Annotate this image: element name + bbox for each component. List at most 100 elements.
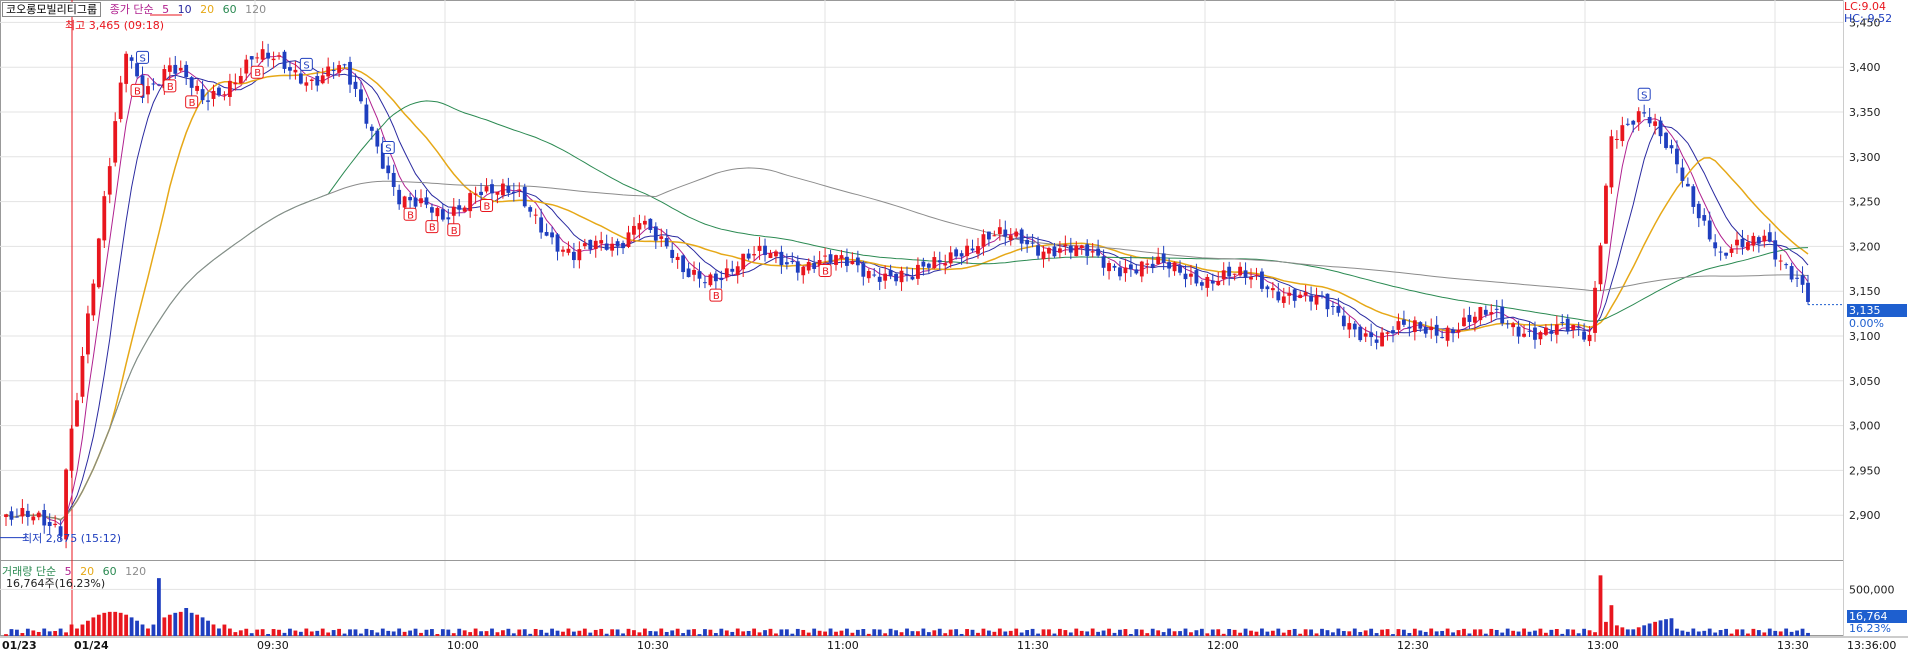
ma20-line <box>5 67 1809 521</box>
volume-bar <box>926 632 931 636</box>
candle-body <box>1560 322 1565 324</box>
candle-body <box>1784 264 1789 266</box>
volume-bar <box>571 631 576 636</box>
volume-bar <box>15 629 19 636</box>
stock-chart[interactable]: B BBBBB BBBBSSSS 3,4503,4003,3503,3003,250… <box>0 0 1908 655</box>
volume-bar <box>331 630 336 636</box>
volume-bar <box>490 628 494 636</box>
volume-bar <box>987 630 991 636</box>
candle-body <box>1107 263 1111 272</box>
volume-bar <box>566 628 571 636</box>
candle-body <box>910 277 915 280</box>
volume-bar <box>1057 628 1062 636</box>
candle-body <box>997 227 1002 235</box>
volume-bar <box>244 628 249 636</box>
candle-body <box>637 223 642 230</box>
candle-body <box>1047 248 1051 254</box>
volume-bar <box>517 629 522 636</box>
candle-body <box>1369 332 1374 338</box>
volume-bar <box>1751 628 1756 636</box>
volume-bar <box>435 634 440 636</box>
volume-bar <box>260 629 265 636</box>
candle-body <box>1178 265 1182 273</box>
candle-body <box>1358 326 1363 341</box>
candle-body <box>703 282 707 284</box>
candle-body <box>1467 314 1472 322</box>
candle-body <box>752 254 757 256</box>
candle-body <box>1199 282 1204 286</box>
candle-body <box>1128 264 1133 270</box>
candle-body <box>1511 323 1516 328</box>
candle-body <box>1696 203 1701 219</box>
volume-bar <box>1341 631 1346 636</box>
candle-body <box>337 65 342 73</box>
volume-bar <box>369 630 374 636</box>
candle-body <box>331 70 336 72</box>
volume-bar <box>528 633 533 636</box>
candle-body <box>1625 123 1630 125</box>
candle-body <box>1729 248 1734 253</box>
candle-body <box>233 82 238 85</box>
candle-body <box>670 249 675 258</box>
y-tick-label: 3,150 <box>1849 285 1881 298</box>
volume-bar <box>692 629 696 636</box>
volume-bar <box>457 628 462 636</box>
candle-body <box>626 232 631 247</box>
volume-bar <box>375 632 380 636</box>
candle-body <box>1756 237 1761 244</box>
volume-bar <box>1167 628 1172 636</box>
volume-bar <box>1254 631 1259 636</box>
volume-bar <box>1724 628 1728 636</box>
candle-body <box>1767 232 1772 242</box>
candle-body <box>1189 273 1193 277</box>
candle-body <box>271 58 276 61</box>
volume-bar <box>473 628 478 636</box>
volume-bar <box>1281 632 1286 636</box>
volume-bar <box>937 628 942 636</box>
candle-body <box>1079 245 1084 248</box>
volume-bar <box>1074 628 1079 636</box>
candle-body <box>1565 318 1570 332</box>
candle-body <box>1352 323 1357 330</box>
candle-body <box>86 313 90 355</box>
candle-body <box>937 260 942 263</box>
candle-body <box>571 251 576 261</box>
volume-bar <box>413 628 418 636</box>
candle-body <box>42 509 47 526</box>
volume-bar <box>1041 629 1046 636</box>
volume-bar <box>282 632 287 636</box>
volume-bar <box>784 629 789 636</box>
candle-body <box>1243 270 1248 278</box>
candle-body <box>1587 334 1592 342</box>
volume-bar <box>1735 629 1739 636</box>
candle-body <box>921 261 926 267</box>
volume-bars <box>4 575 1810 636</box>
volume-bar <box>298 631 303 636</box>
volume-bar <box>763 630 767 636</box>
volume-bar <box>1472 629 1477 636</box>
volume-bar <box>1795 630 1799 636</box>
candle-body <box>64 469 68 540</box>
volume-bar <box>1604 621 1608 636</box>
sell-signal-label: S <box>1641 90 1647 101</box>
candle-body <box>1281 296 1286 303</box>
candle-body <box>1500 306 1505 324</box>
candle-body <box>1445 327 1450 341</box>
volume-bar <box>206 620 210 636</box>
candle-body <box>1543 327 1548 335</box>
candle-body <box>402 196 407 208</box>
candle-body <box>566 248 571 253</box>
volume-bar <box>823 631 827 636</box>
volume-bar <box>1718 630 1723 636</box>
candle-body <box>533 214 538 216</box>
candle-body <box>1669 145 1674 149</box>
volume-bar <box>446 629 451 636</box>
candle-body <box>1429 326 1434 331</box>
candle-body <box>1522 333 1526 337</box>
candle-body <box>1746 242 1750 250</box>
candle-body <box>1795 277 1799 279</box>
volume-bar <box>997 628 1002 636</box>
candle-body <box>495 191 500 195</box>
candle-body <box>1527 330 1532 332</box>
symbol-name[interactable]: 코오롱모빌리티그룹 <box>2 2 102 17</box>
